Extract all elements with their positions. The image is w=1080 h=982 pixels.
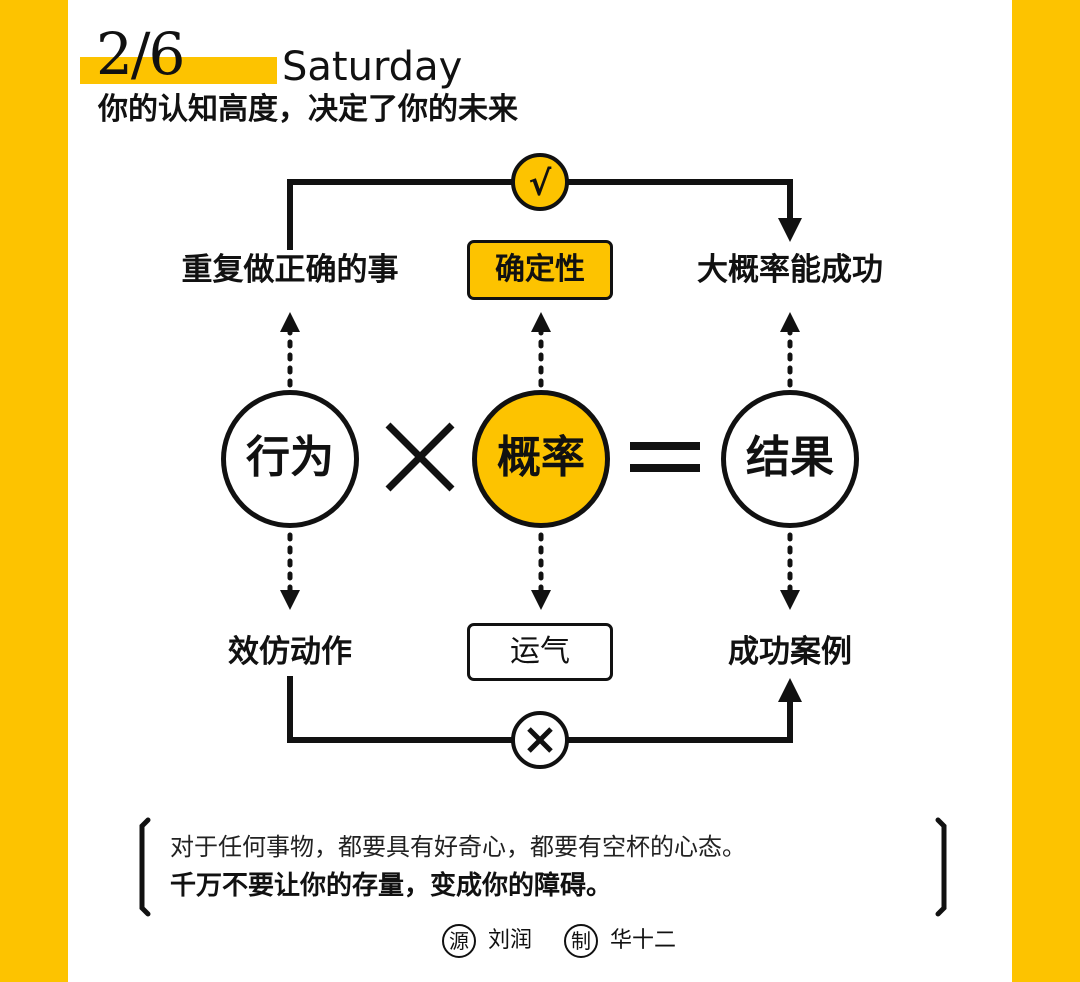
maker-badge: 制 — [564, 924, 598, 958]
source-badge: 源 — [442, 924, 476, 958]
maker-name: 华十二 — [610, 928, 677, 953]
source-name: 刘润 — [488, 928, 533, 953]
left-bracket — [139, 817, 151, 917]
quote-line-2: 千万不要让你的存量，变成你的障碍。 — [170, 871, 613, 901]
right-bracket — [935, 817, 947, 917]
quote-line-1: 对于任何事物，都要具有好奇心，都要有空杯的心态。 — [170, 833, 746, 861]
